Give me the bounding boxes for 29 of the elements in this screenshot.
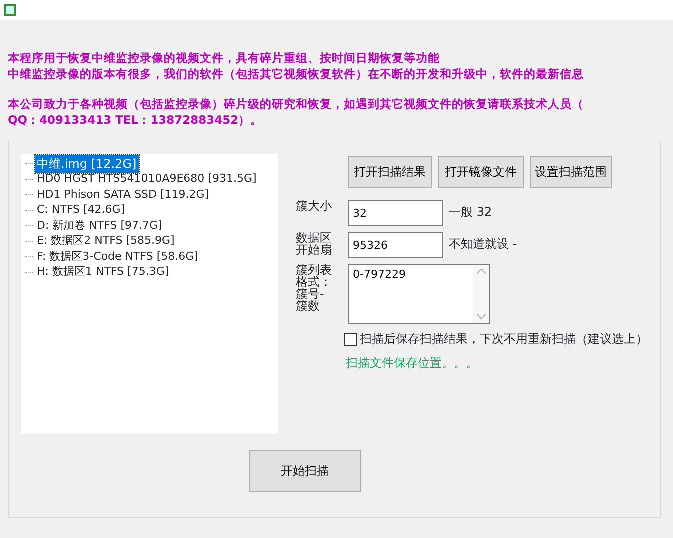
toolbar-button[interactable]: 打开镜像文件 [438, 156, 524, 188]
tree-item[interactable]: F: 数据区3-Code NTFS [58.6G] [35, 248, 200, 265]
save-checkbox[interactable] [344, 332, 357, 346]
tree-item[interactable]: E: 数据区2 NTFS [585.9G] [35, 233, 177, 250]
field-hint: 一般 32 [449, 204, 492, 221]
save-option-label[interactable]: 扫描后保存扫描结果，下次不用重新扫描（建议选上） [360, 330, 648, 348]
tree-item[interactable]: 中维.img [12.2G] [35, 154, 139, 173]
input-field[interactable]: 32 [348, 200, 443, 226]
drive-tree[interactable]: 中维.img [12.2G] HD0 HGST HTS541010A9E680 [931.5G] HD1 Phison SATA SSD [119.2G] C: NTFS [42.6G] D: 新加卷 NTFS [97.7G] E: 数据区2 NTFS [585.9G] F: 数据区3-Code NTFS [58.6G] H: 数据区1 NTFS [75.3G] [21, 154, 278, 434]
toolbar-button[interactable]: 打开扫描结果 [348, 156, 432, 188]
field-hint: 不知道就设 - [449, 236, 518, 253]
toolbar-button[interactable]: 设置扫描范围 [530, 156, 612, 188]
tree-item[interactable]: C: NTFS [42.6G] [35, 202, 128, 218]
field-label: 数据区开始扇 [296, 232, 333, 256]
field-label: 簇大小 [296, 200, 333, 212]
tree-item[interactable]: D: 新加卷 NTFS [97.7G] [35, 218, 164, 234]
start-scan-button[interactable]: 开始扫描 [249, 450, 361, 492]
scroll-up-icon[interactable] [476, 269, 486, 274]
scroll-down-icon[interactable] [476, 314, 486, 319]
tree-item[interactable]: H: 数据区1 NTFS [75.3G] [35, 264, 172, 280]
tree-item[interactable]: HD1 Phison SATA SSD [119.2G] [35, 186, 212, 203]
app-icon [4, 4, 16, 16]
input-field[interactable]: 95326 [348, 232, 443, 258]
intro-text: 本程序用于恢复中维监控录像的视频文件，具有碎片重组、按时间日期恢复等功能 [8, 50, 441, 66]
intro-text: 中维监控录像的版本有很多，我们的软件（包括其它视频恢复软件）在不断的开发和升级中，软件的最新信息 [8, 66, 585, 82]
tree-item[interactable]: HD0 HGST HTS541010A9E680 [931.5G] [35, 171, 259, 188]
contact-text: 本公司致力于各种视频（包括监控录像）碎片级的研究和恢复，如遇到其它视频文件的恢复请联系技术人员（ [8, 96, 585, 112]
field-label: 簇列表格式：簇号-簇数 [296, 264, 333, 312]
contact-text: QQ：409133413 TEL：13872883452）。 [8, 112, 264, 128]
